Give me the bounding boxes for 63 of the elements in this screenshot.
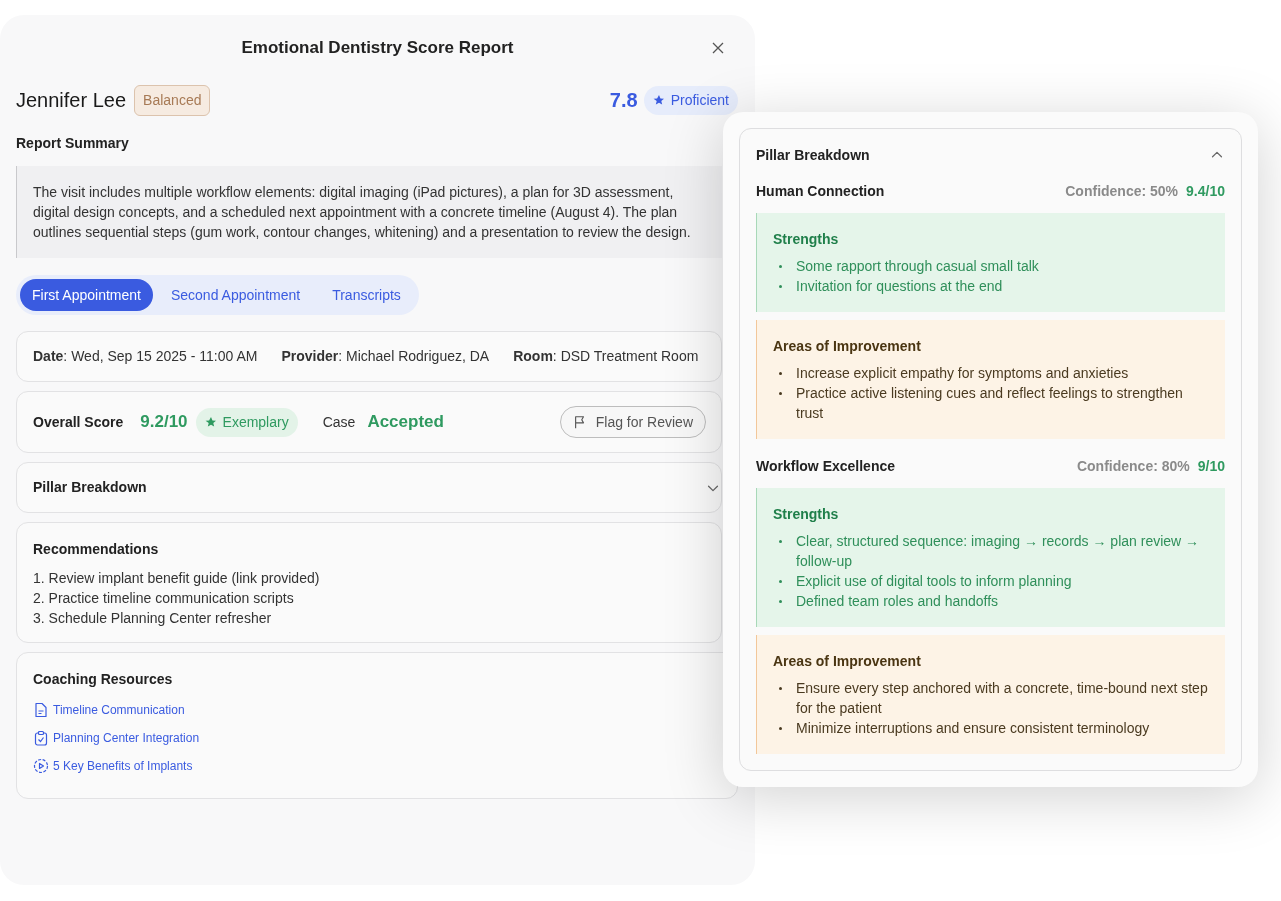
list-item: Invitation for questions at the end (796, 277, 1003, 296)
tab[interactable]: Transcripts (318, 279, 415, 311)
list-item: Practice active listening cues and reflect feelings to strengthen trust (796, 384, 1184, 423)
appointment-detail: Room: DSD Treatment Room (513, 347, 699, 366)
list-item: Minimize interruptions and ensure consistent terminology (796, 719, 1150, 738)
section-heading: Pillar Breakdown (756, 145, 870, 165)
tab[interactable]: First Appointment (20, 279, 153, 311)
section-heading: Pillar Breakdown (33, 478, 147, 497)
star-icon (204, 416, 217, 428)
bullet-icon (779, 727, 782, 730)
overall-score: 9.2/10 (140, 411, 188, 434)
flag-icon (572, 415, 587, 429)
appointment-detail: Provider: Michael Rodriguez, DA (281, 347, 490, 366)
patient-name: Jennifer Lee (16, 88, 127, 113)
pillar-score: 9.4/10 (1186, 181, 1225, 201)
score-label: Overall Score (33, 412, 124, 432)
play-icon (33, 758, 49, 774)
report-summary: The visit includes multiple workflow elements: digital imaging (iPad pictures), a plan for 3D assessment, digital design concepts, and a scheduled next appointment with a concrete timeline (August 4). The plan outlines sequential steps (gum work, contour changes, whitening) and a presentation to review the design. (16, 166, 722, 258)
list-item: Increase explicit empathy for symptoms and anxieties (796, 364, 1129, 383)
bullet-icon (779, 600, 782, 603)
appointment-detail: Date: Wed, Sep 15 2025 - 11:00 AM (33, 347, 258, 366)
box-heading: Strengths (773, 230, 840, 249)
list-item: Some rapport through casual small talk (796, 257, 1039, 276)
list-item: Clear, structured sequence: imaging → records → plan review → follow-up (796, 532, 1201, 571)
rating-badge: Exemplary (195, 407, 298, 437)
flag-button[interactable]: Flag for Review (559, 406, 706, 438)
section-heading: Coaching Resources (33, 670, 174, 689)
list-item: Ensure every step anchored with a concrete, time-bound next step for the patient (796, 679, 1209, 718)
list-item: Explicit use of digital tools to inform planning (796, 572, 1072, 591)
bullet-icon (779, 580, 782, 583)
pillar-name: Workflow Excellence (756, 456, 895, 476)
resource-link[interactable]: Timeline Communication (53, 701, 185, 719)
tab[interactable]: Second Appointment (156, 279, 315, 311)
personality-tag: Balanced (134, 84, 211, 116)
confidence-label: Confidence: 50% (1065, 181, 1179, 201)
bullet-icon (779, 540, 782, 543)
recommendation-item: 3. Schedule Planning Center refresher (33, 609, 273, 628)
resource-link[interactable]: Planning Center Integration (53, 729, 200, 747)
clipboard-icon (33, 730, 49, 746)
bullet-icon (779, 392, 782, 395)
recommendation-item: 1. Review implant benefit guide (link provided) (33, 569, 321, 588)
recommendation-item: 2. Practice timeline communication scripts (33, 589, 295, 608)
pillar-score: 9/10 (1197, 456, 1225, 476)
window-title: Emotional Dentistry Score Report (241, 37, 514, 60)
confidence-label: Confidence: 80% (1076, 456, 1190, 476)
case-status: Accepted (367, 411, 444, 434)
section-heading: Report Summary (16, 134, 130, 153)
box-heading: Areas of Improvement (773, 652, 922, 671)
section-heading: Recommendations (33, 540, 160, 559)
pillar-name: Human Connection (756, 181, 885, 201)
overall-score: 7.8 (609, 88, 638, 113)
resource-link[interactable]: 5 Key Benefits of Implants (53, 757, 193, 775)
bullet-icon (779, 372, 782, 375)
rating-badge: Proficient (643, 85, 738, 115)
box-heading: Strengths (773, 505, 840, 524)
bullet-icon (779, 687, 782, 690)
star-icon (652, 94, 665, 106)
list-item: Defined team roles and handoffs (796, 592, 999, 611)
box-heading: Areas of Improvement (773, 337, 922, 356)
bullet-icon (779, 285, 782, 288)
case-label: Case (322, 412, 356, 432)
bullet-icon (779, 265, 782, 268)
document-icon (33, 702, 49, 718)
